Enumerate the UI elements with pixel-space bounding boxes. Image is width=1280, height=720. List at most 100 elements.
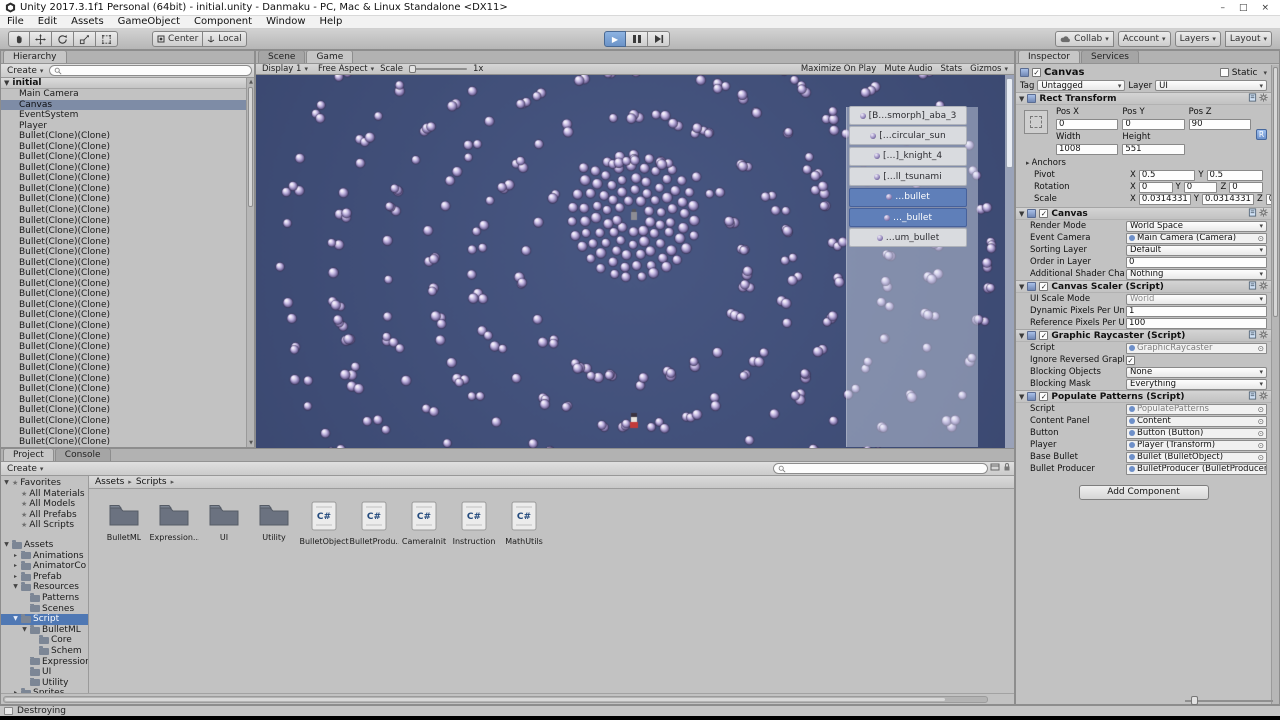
active-checkbox[interactable]: ✓ <box>1032 68 1041 77</box>
hierarchy-item-bullet-clone[interactable]: Bullet(Clone)(Clone) <box>1 395 254 406</box>
breadcrumb-item-scripts[interactable]: Scripts <box>136 477 167 487</box>
rotation-x-field[interactable]: 0 <box>1138 181 1173 193</box>
asset-script-camerainit[interactable]: C# CameraInit <box>399 501 449 559</box>
game-ui-scrollbar[interactable] <box>1005 75 1014 448</box>
close-icon[interactable]: × <box>1261 1 1269 15</box>
step-button[interactable] <box>648 31 670 47</box>
space-toggle-button[interactable]: Local <box>203 31 247 47</box>
hierarchy-item-bullet-clone[interactable]: Bullet(Clone)(Clone) <box>1 194 254 205</box>
component-enabled-checkbox[interactable]: ✓ <box>1039 392 1049 401</box>
asset-folder-expression[interactable]: Expression... <box>149 501 199 559</box>
menu-file[interactable]: File <box>0 16 31 28</box>
inspector-field-order-in-layer[interactable]: 0 <box>1126 256 1267 268</box>
hierarchy-item-bullet-clone[interactable]: Bullet(Clone)(Clone) <box>1 247 254 258</box>
inspector-object-field-content-panel[interactable]: Content ⊙ <box>1126 415 1267 427</box>
tab-game[interactable]: Game <box>306 50 354 63</box>
tab-hierarchy[interactable]: Hierarchy <box>3 50 67 63</box>
menu-help[interactable]: Help <box>313 16 350 28</box>
tree-item-animations[interactable]: ▸ Animations <box>1 550 88 562</box>
hierarchy-search-input[interactable] <box>49 65 252 76</box>
pause-button[interactable] <box>626 31 648 47</box>
mute-audio-button[interactable]: Mute Audio <box>880 64 936 74</box>
pivot-toggle-button[interactable]: Center <box>152 31 204 47</box>
play-button[interactable]: ▶ <box>604 31 626 47</box>
component-header[interactable]: ▼ ✓ Graphic Raycaster (Script) <box>1016 329 1271 342</box>
status-bar[interactable]: Destroying <box>0 705 1280 716</box>
pattern-item[interactable]: …bullet <box>849 187 967 207</box>
chevron-down-icon[interactable]: ▾ <box>1263 69 1267 77</box>
collab-button[interactable]: Collab ▾ <box>1055 31 1114 47</box>
pos-y-field[interactable]: 0 <box>1122 119 1185 130</box>
tree-item-all-materials[interactable]: ★ All Materials <box>1 489 88 500</box>
inspector-object-field-player[interactable]: Player (Transform) ⊙ <box>1126 439 1267 451</box>
hierarchy-item-bullet-clone[interactable]: Bullet(Clone)(Clone) <box>1 363 254 374</box>
breadcrumb-item-assets[interactable]: Assets <box>95 477 124 487</box>
lock-icon[interactable] <box>1002 462 1012 475</box>
foldout-icon[interactable]: ▼ <box>12 614 19 625</box>
layout-button[interactable]: Layout ▾ <box>1224 31 1272 47</box>
asset-folder-ui[interactable]: UI <box>199 501 249 559</box>
inspector-dropdown-blocking-objects[interactable]: None ▾ <box>1126 366 1267 378</box>
object-picker-icon[interactable]: ⊙ <box>1258 453 1264 462</box>
menu-edit[interactable]: Edit <box>31 16 64 28</box>
tree-item-favorites[interactable]: ▼ ★ Favorites <box>1 478 88 489</box>
gear-icon[interactable] <box>1259 280 1268 293</box>
hierarchy-item-bullet-clone[interactable]: Bullet(Clone)(Clone) <box>1 310 254 321</box>
foldout-icon[interactable]: ▸ <box>12 561 19 572</box>
hierarchy-item-bullet-clone[interactable]: Bullet(Clone)(Clone) <box>1 205 254 216</box>
hierarchy-item-main-camera[interactable]: Main Camera <box>1 89 254 100</box>
account-button[interactable]: Account ▾ <box>1117 31 1171 47</box>
hierarchy-item-bullet-clone[interactable]: Bullet(Clone)(Clone) <box>1 427 254 438</box>
hierarchy-item-bullet-clone[interactable]: Bullet(Clone)(Clone) <box>1 226 254 237</box>
inspector-field-dynamic-pixels-per-unit[interactable]: 1 <box>1126 305 1267 317</box>
pattern-item[interactable]: [B…smorph]_aba_3 <box>849 106 967 125</box>
tree-item-utility[interactable]: Utility <box>1 677 88 689</box>
hierarchy-item-bullet-clone[interactable]: Bullet(Clone)(Clone) <box>1 405 254 416</box>
inspector-dropdown-blocking-mask[interactable]: Everything ▾ <box>1126 378 1267 390</box>
hand-tool-icon[interactable] <box>8 31 30 47</box>
pivot-x-field[interactable]: 0.5 <box>1138 169 1196 181</box>
maximize-icon[interactable]: □ <box>1239 1 1248 15</box>
horizontal-scrollbar[interactable] <box>3 696 988 703</box>
scene-header-row[interactable]: ▼ initial <box>1 78 254 89</box>
display-dropdown[interactable]: Display 1 ▾ <box>258 64 312 74</box>
inspector-scrollbar[interactable] <box>1271 65 1279 704</box>
hierarchy-item-bullet-clone[interactable]: Bullet(Clone)(Clone) <box>1 321 254 332</box>
tree-item-core[interactable]: Core <box>1 635 88 646</box>
hierarchy-item-bullet-clone[interactable]: Bullet(Clone)(Clone) <box>1 184 254 195</box>
menu-window[interactable]: Window <box>259 16 312 28</box>
rect-transform-raw-edit-button[interactable]: R <box>1256 129 1267 140</box>
asset-script-mathutils[interactable]: C# MathUtils <box>499 501 549 559</box>
gear-icon[interactable] <box>1259 207 1268 220</box>
tab-console[interactable]: Console <box>54 448 111 461</box>
menu-assets[interactable]: Assets <box>64 16 111 28</box>
foldout-icon[interactable]: ▸ <box>12 551 19 562</box>
hierarchy-item-bullet-clone[interactable]: Bullet(Clone)(Clone) <box>1 437 254 448</box>
hierarchy-item-bullet-clone[interactable]: Bullet(Clone)(Clone) <box>1 416 254 427</box>
reference-icon[interactable] <box>1248 92 1257 105</box>
hierarchy-item-bullet-clone[interactable]: Bullet(Clone)(Clone) <box>1 342 254 353</box>
object-picker-icon[interactable]: ⊙ <box>1258 441 1264 450</box>
object-picker-icon[interactable]: ⊙ <box>1258 405 1264 414</box>
hierarchy-item-bullet-clone[interactable]: Bullet(Clone)(Clone) <box>1 384 254 395</box>
component-enabled-checkbox[interactable]: ✓ <box>1039 282 1049 291</box>
inspector-checkbox-ignore-reversed-graph[interactable]: ✓ <box>1126 355 1135 365</box>
scale-slider[interactable] <box>408 65 467 73</box>
tab-services[interactable]: Services <box>1080 50 1139 63</box>
hierarchy-item-bullet-clone[interactable]: Bullet(Clone)(Clone) <box>1 131 254 142</box>
foldout-icon[interactable]: ▼ <box>1019 332 1024 340</box>
reference-icon[interactable] <box>1248 207 1257 220</box>
gizmos-dropdown[interactable]: Gizmos ▾ <box>966 64 1012 74</box>
hierarchy-item-canvas[interactable]: Canvas <box>1 99 254 111</box>
create-button[interactable]: Create ▾ <box>3 463 47 475</box>
pos-z-field[interactable]: 90 <box>1188 119 1251 130</box>
asset-script-bulletprodu[interactable]: C# BulletProdu... <box>349 501 399 559</box>
hierarchy-item-player[interactable]: Player <box>1 121 254 132</box>
hierarchy-item-bullet-clone[interactable]: Bullet(Clone)(Clone) <box>1 237 254 248</box>
project-search-input[interactable] <box>773 463 988 474</box>
static-checkbox[interactable] <box>1219 68 1229 77</box>
foldout-icon[interactable]: ▼ <box>21 625 28 636</box>
gear-icon[interactable] <box>1259 92 1268 105</box>
foldout-icon[interactable]: ▼ <box>1019 393 1024 401</box>
move-tool-icon[interactable] <box>30 31 52 47</box>
